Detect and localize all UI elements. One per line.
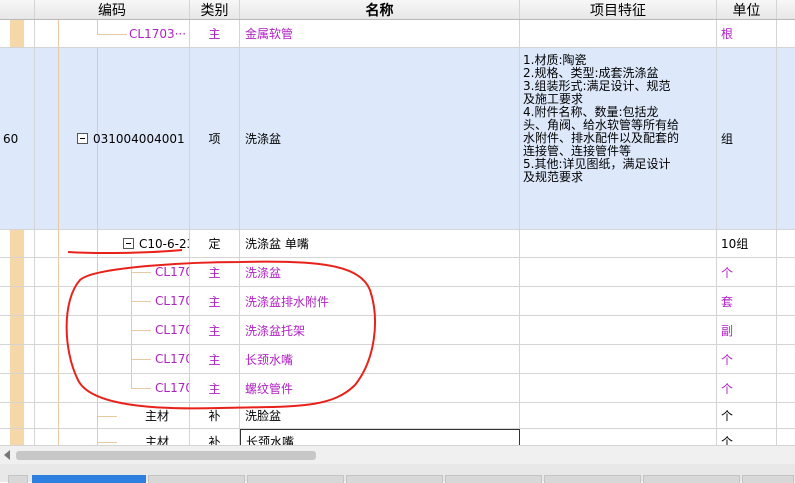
- row-type: 主: [190, 20, 240, 47]
- row-type: 项: [190, 48, 240, 229]
- table-row[interactable]: 主材 补 洗脸盆 个: [0, 403, 795, 429]
- row-code[interactable]: 031004004001: [93, 132, 185, 146]
- grid-header: 编码 类别 名称 项目特征 单位: [0, 0, 795, 20]
- row-code[interactable]: CL1706···: [155, 294, 189, 308]
- bottom-tab-strip: [0, 464, 795, 483]
- row-type: 定: [190, 230, 240, 257]
- scroll-left-icon[interactable]: [4, 450, 10, 460]
- row-unit[interactable]: 个: [717, 429, 777, 445]
- row-unit[interactable]: 个: [717, 345, 777, 373]
- row-number: 60: [0, 48, 35, 229]
- table-row[interactable]: C10-6-23 定 洗涤盆 单嘴 10组: [0, 230, 795, 258]
- row-type: 补: [190, 403, 240, 428]
- row-code[interactable]: 主材: [145, 407, 169, 424]
- row-code[interactable]: CL1703···: [129, 27, 186, 41]
- table-row-selected[interactable]: 60 031004004001 项 洗涤盆 1.材质:陶瓷 2.规格、类型:成套…: [0, 48, 795, 230]
- row-code[interactable]: CL1706···: [155, 352, 189, 366]
- collapse-icon[interactable]: [123, 238, 134, 249]
- table-row[interactable]: CL1706··· 主 洗涤盆 个: [0, 258, 795, 287]
- row-unit[interactable]: 个: [717, 374, 777, 402]
- table-row[interactable]: CL1703··· 主 螺纹管件 个: [0, 374, 795, 403]
- row-name[interactable]: 洗涤盆: [240, 258, 520, 286]
- row-type: 主: [190, 258, 240, 286]
- row-name[interactable]: 洗涤盆: [240, 48, 520, 229]
- row-unit[interactable]: 个: [717, 403, 777, 428]
- header-unit[interactable]: 单位: [717, 0, 777, 19]
- row-unit[interactable]: 组: [717, 48, 777, 229]
- header-name[interactable]: 名称: [240, 0, 520, 19]
- row-code[interactable]: CL1703···: [155, 381, 189, 395]
- row-unit[interactable]: 个: [717, 258, 777, 286]
- row-name[interactable]: 洗涤盆排水附件: [240, 287, 520, 315]
- collapse-icon[interactable]: [77, 133, 88, 144]
- horizontal-scrollbar[interactable]: [0, 445, 795, 464]
- header-type[interactable]: 类别: [190, 0, 240, 19]
- table-row[interactable]: CL1706··· 主 洗涤盆托架 副: [0, 316, 795, 345]
- row-name[interactable]: 洗脸盆: [240, 403, 520, 428]
- row-name[interactable]: 洗涤盆 单嘴: [240, 230, 520, 257]
- row-unit[interactable]: 10组: [717, 230, 777, 257]
- row-name[interactable]: 长颈水嘴: [240, 345, 520, 373]
- row-code[interactable]: CL1706···: [155, 323, 189, 337]
- row-unit[interactable]: 副: [717, 316, 777, 344]
- row-code[interactable]: CL1706···: [155, 265, 189, 279]
- table-row[interactable]: CL1703··· 主 金属软管 根: [0, 20, 795, 48]
- header-code[interactable]: 编码: [35, 0, 190, 19]
- row-type: 主: [190, 287, 240, 315]
- row-type: 补: [190, 429, 240, 445]
- row-unit[interactable]: 套: [717, 287, 777, 315]
- row-type: 主: [190, 316, 240, 344]
- row-features[interactable]: 1.材质:陶瓷 2.规格、类型:成套洗涤盆 3.组装形式:满足设计、规范 及施工…: [520, 48, 717, 229]
- row-unit[interactable]: 根: [717, 20, 777, 47]
- bill-grid: 编码 类别 名称 项目特征 单位 CL1703··· 主 金属软管 根 60 0…: [0, 0, 795, 445]
- row-type: 主: [190, 374, 240, 402]
- row-name[interactable]: 洗涤盆托架: [240, 316, 520, 344]
- row-code[interactable]: C10-6-23: [139, 237, 189, 251]
- header-extra: [777, 0, 795, 19]
- row-type: 主: [190, 345, 240, 373]
- row-name-editing[interactable]: 长颈水嘴: [240, 429, 520, 445]
- scroll-thumb[interactable]: [16, 451, 316, 460]
- row-name[interactable]: 螺纹管件: [240, 374, 520, 402]
- row-name[interactable]: 金属软管: [240, 20, 520, 47]
- header-index: [0, 0, 35, 19]
- header-feature[interactable]: 项目特征: [520, 0, 717, 19]
- row-code[interactable]: 主材: [145, 433, 169, 445]
- table-row[interactable]: CL1706··· 主 洗涤盆排水附件 套: [0, 287, 795, 316]
- table-row[interactable]: 主材 补 长颈水嘴 个: [0, 429, 795, 445]
- table-row[interactable]: CL1706··· 主 长颈水嘴 个: [0, 345, 795, 374]
